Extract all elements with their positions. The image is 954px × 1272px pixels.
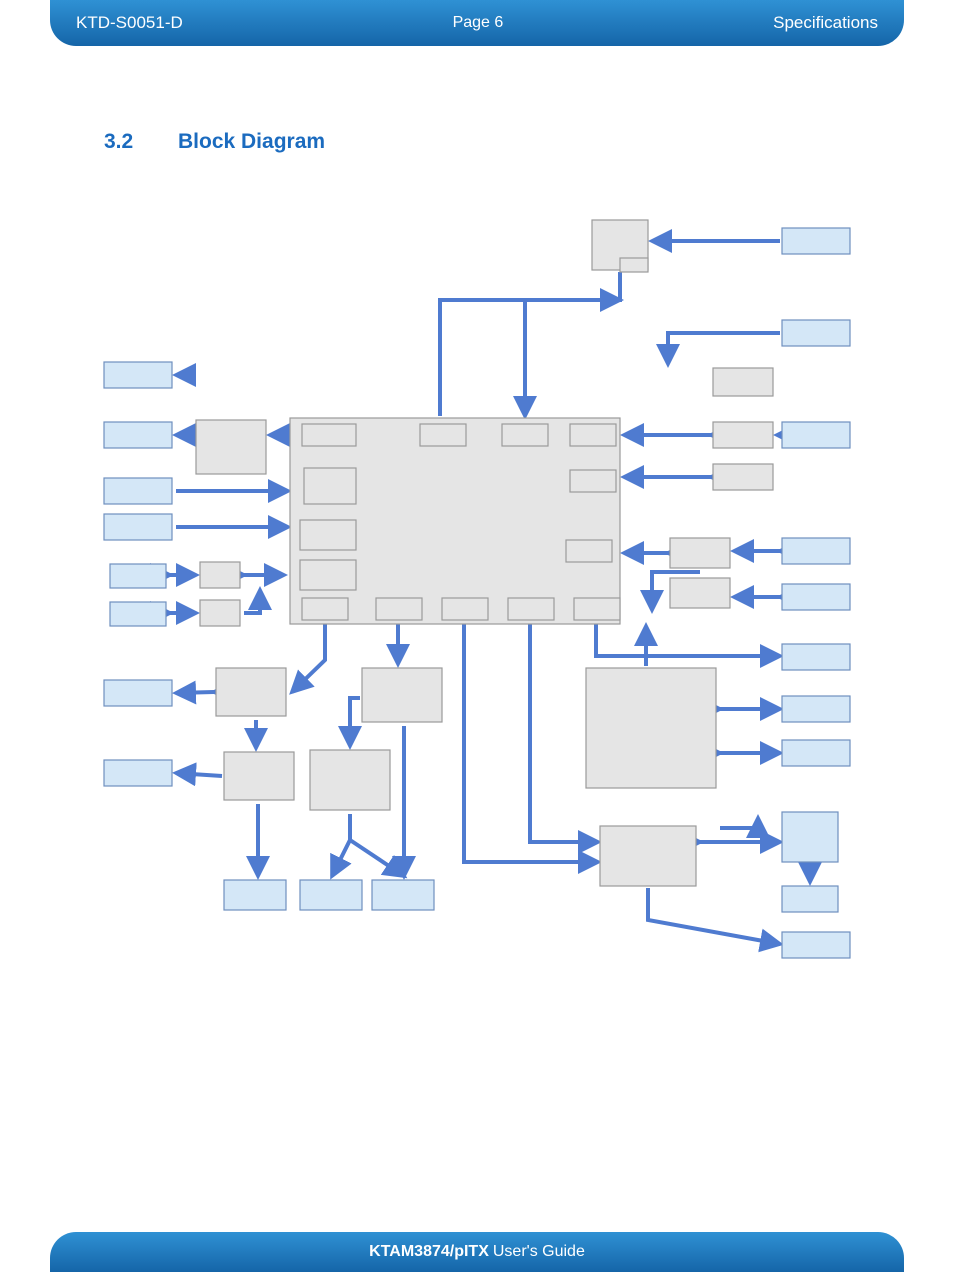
block-diagram bbox=[0, 0, 954, 1272]
page-footer: KTAM3874/pITX User's Guide bbox=[50, 1232, 904, 1272]
footer-rest: User's Guide bbox=[493, 1243, 585, 1261]
footer-product: KTAM3874/pITX bbox=[369, 1243, 489, 1261]
